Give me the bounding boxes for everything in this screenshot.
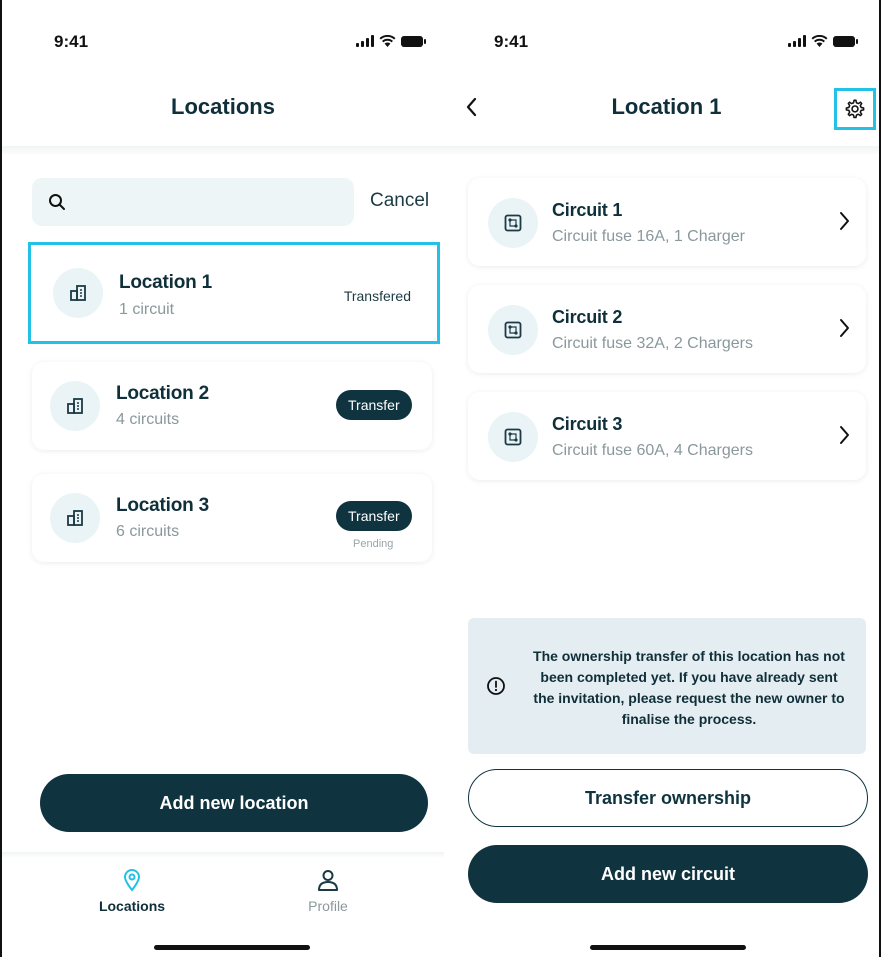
header-divider bbox=[444, 146, 879, 154]
circuit-icon bbox=[488, 305, 538, 355]
home-indicator bbox=[590, 945, 746, 950]
circuit-name: Circuit 3 bbox=[552, 414, 623, 434]
home-indicator bbox=[154, 945, 310, 950]
battery-icon bbox=[833, 35, 858, 47]
add-location-button[interactable]: Add new location bbox=[40, 774, 428, 832]
transfer-notice: The ownership transfer of this location … bbox=[468, 618, 866, 754]
circuit-icon bbox=[488, 198, 538, 248]
cancel-button[interactable]: Cancel bbox=[370, 190, 429, 212]
transfer-ownership-button[interactable]: Transfer ownership bbox=[468, 769, 868, 827]
signal-icon bbox=[356, 35, 374, 47]
status-time: 9:41 bbox=[54, 32, 89, 51]
location-circuits: 1 circuit bbox=[119, 301, 175, 318]
circuit-detail: Circuit fuse 16A, 1 Charger bbox=[552, 228, 745, 245]
transferred-label: Transfered bbox=[343, 288, 411, 304]
tab-label: Profile bbox=[308, 898, 348, 914]
battery-icon bbox=[401, 35, 426, 47]
building-icon bbox=[50, 493, 100, 543]
location-name: Location 2 bbox=[116, 383, 210, 404]
building-icon bbox=[53, 268, 103, 318]
location-circuits: 4 circuits bbox=[116, 411, 180, 428]
wifi-icon bbox=[379, 35, 396, 47]
circuit-card-3[interactable]: Circuit 3 Circuit fuse 60A, 4 Chargers bbox=[468, 392, 866, 480]
header-divider bbox=[2, 146, 444, 154]
circuit-card-2[interactable]: Circuit 2 Circuit fuse 32A, 2 Chargers bbox=[468, 285, 866, 373]
circuit-icon bbox=[488, 412, 538, 462]
page-title: Location 1 bbox=[611, 94, 722, 119]
search-icon bbox=[49, 194, 65, 210]
tabbar-divider bbox=[2, 852, 444, 858]
location-circuits: 6 circuits bbox=[116, 523, 180, 540]
chevron-right-icon bbox=[840, 212, 849, 230]
search-bar[interactable] bbox=[32, 178, 354, 226]
circuit-card-1[interactable]: Circuit 1 Circuit fuse 16A, 1 Charger bbox=[468, 178, 866, 266]
pending-label: Pending bbox=[353, 538, 394, 550]
locations-screen: 9:41 Locations Cancel Location 1 1 circu… bbox=[2, 0, 444, 957]
search-input[interactable] bbox=[78, 193, 348, 211]
location-name: Location 1 bbox=[119, 272, 213, 293]
building-icon bbox=[50, 381, 100, 431]
signal-icon bbox=[788, 35, 806, 47]
alert-icon bbox=[487, 677, 505, 695]
gear-icon bbox=[845, 99, 865, 119]
status-icons bbox=[356, 35, 426, 47]
location-name: Location 3 bbox=[116, 495, 210, 516]
person-icon bbox=[318, 870, 338, 891]
location-card-1[interactable]: Location 1 1 circuit Transfered bbox=[28, 242, 440, 344]
circuit-detail: Circuit fuse 32A, 2 Chargers bbox=[552, 335, 753, 352]
transfer-button[interactable]: Transfer bbox=[336, 390, 412, 420]
chevron-right-icon bbox=[840, 319, 849, 337]
location-card-3[interactable]: Location 3 6 circuits Transfer Pending bbox=[32, 474, 432, 562]
transfer-button[interactable]: Transfer bbox=[336, 501, 412, 531]
settings-button[interactable] bbox=[834, 88, 876, 130]
circuit-detail: Circuit fuse 60A, 4 Chargers bbox=[552, 442, 753, 459]
wifi-icon bbox=[811, 35, 828, 47]
tab-profile[interactable]: Profile bbox=[268, 868, 388, 914]
location-pin-icon bbox=[123, 869, 141, 892]
status-icons bbox=[788, 35, 858, 47]
notice-text: The ownership transfer of this location … bbox=[533, 648, 845, 727]
tab-locations[interactable]: Locations bbox=[72, 868, 192, 914]
page-title: Locations bbox=[171, 94, 275, 119]
location-card-2[interactable]: Location 2 4 circuits Transfer bbox=[32, 362, 432, 450]
add-circuit-button[interactable]: Add new circuit bbox=[468, 845, 868, 903]
chevron-right-icon bbox=[840, 426, 849, 444]
circuit-name: Circuit 2 bbox=[552, 307, 623, 327]
status-time: 9:41 bbox=[494, 32, 529, 51]
tab-label: Locations bbox=[98, 898, 166, 914]
location-detail-screen: 9:41 Location 1 Circuit 1 Circuit fuse 1… bbox=[444, 0, 879, 957]
circuit-name: Circuit 1 bbox=[552, 200, 623, 220]
